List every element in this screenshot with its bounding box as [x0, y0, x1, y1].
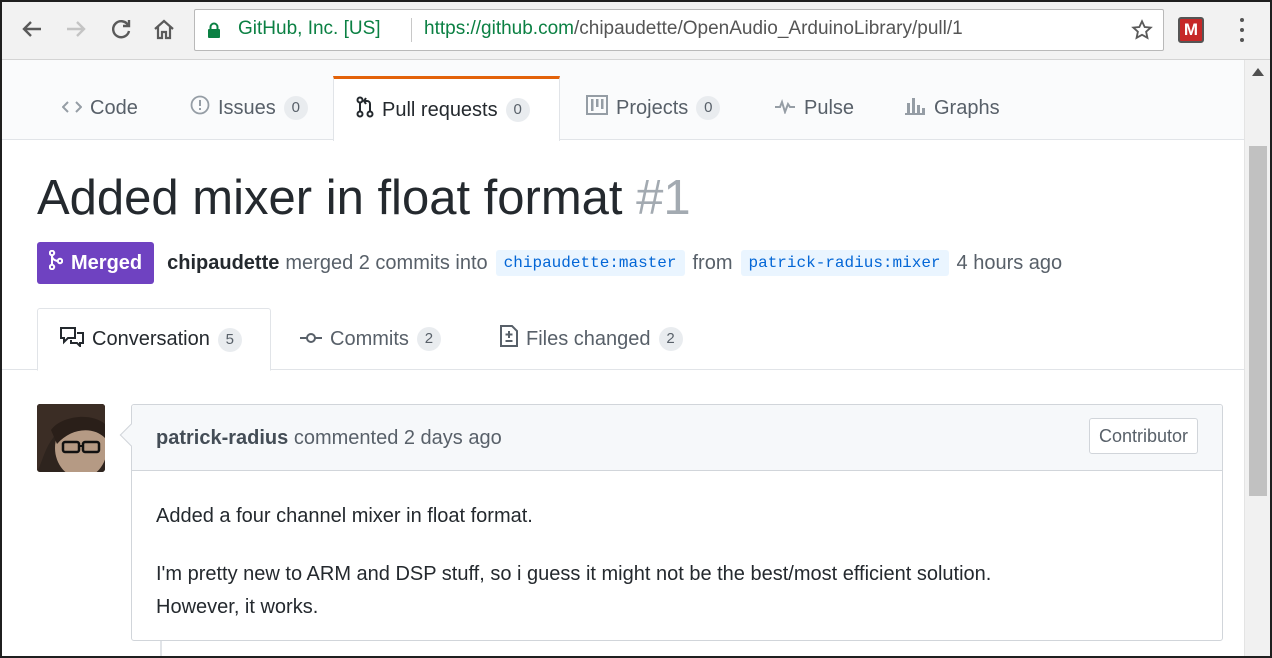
tab-label: Code — [90, 96, 138, 119]
merge-icon — [48, 249, 64, 276]
tab-label: Projects — [616, 96, 689, 119]
avatar[interactable] — [37, 404, 105, 472]
from-text: from — [692, 251, 733, 274]
comment-paragraph: Added a four channel mixer in float form… — [156, 505, 533, 527]
tab-issues[interactable]: Issues 0 — [190, 76, 308, 140]
comment-header: patrick-radius commented 2 days ago Cont… — [132, 405, 1222, 471]
conversation-icon — [60, 326, 84, 353]
tab-pull-requests[interactable]: Pull requests 0 — [333, 76, 560, 141]
comment-box: patrick-radius commented 2 days ago Cont… — [119, 404, 1223, 641]
status-badge: Merged — [37, 242, 155, 284]
pull-requests-count: 0 — [505, 98, 530, 122]
diff-icon — [500, 325, 518, 353]
browser-window: GitHub, Inc. [US] https://github.com/chi… — [0, 0, 1272, 658]
comment-paragraph: I'm pretty new to ARM and DSP stuff, so … — [156, 558, 1196, 624]
tab-label: Pull requests — [382, 98, 498, 121]
url-text[interactable]: https://github.com/chipaudette/OpenAudio… — [424, 18, 963, 40]
browser-toolbar: GitHub, Inc. [US] https://github.com/chi… — [2, 2, 1270, 60]
star-icon[interactable] — [1131, 19, 1153, 46]
url-prefix: https://github.com — [424, 18, 574, 39]
tab-label: Commits — [330, 327, 409, 350]
tab-commits[interactable]: Commits 2 — [300, 308, 441, 370]
tab-projects[interactable]: Projects 0 — [586, 76, 721, 140]
comment-action[interactable]: commented 2 days ago — [294, 427, 502, 449]
graph-icon — [904, 95, 926, 121]
tab-label: Graphs — [934, 96, 1000, 119]
pr-tabs: Conversation 5 Commits 2 Files changed 2 — [2, 308, 1244, 371]
scrollbar-thumb[interactable] — [1249, 146, 1267, 496]
lock-icon — [207, 22, 221, 44]
comment-line: I'm pretty new to ARM and DSP stuff, so … — [156, 563, 992, 585]
omnibox-divider — [411, 18, 412, 42]
back-icon[interactable] — [18, 15, 46, 43]
issues-count: 0 — [283, 96, 308, 120]
pr-action-text: merged 2 commits into — [285, 251, 488, 274]
project-icon — [586, 95, 608, 121]
pull-request-icon — [356, 96, 374, 124]
tab-pulse[interactable]: Pulse — [774, 76, 854, 140]
url-path: /chipaudette/OpenAudio_ArduinoLibrary/pu… — [573, 18, 963, 39]
conversation-count: 5 — [217, 327, 242, 352]
tab-label: Conversation — [92, 328, 210, 350]
scroll-up-icon[interactable] — [1252, 68, 1264, 76]
timeline-line — [160, 641, 162, 656]
repo-nav: Code Issues 0 Pull requests 0 Projects 0… — [2, 60, 1244, 141]
code-icon — [61, 97, 83, 120]
pr-number: #1 — [636, 171, 691, 225]
tab-graphs[interactable]: Graphs — [904, 76, 1000, 140]
tab-files-changed[interactable]: Files changed 2 — [500, 308, 683, 370]
pr-title: Added mixer in float format #1 — [37, 170, 691, 226]
commit-icon — [300, 328, 322, 351]
address-bar[interactable]: GitHub, Inc. [US] https://github.com/chi… — [194, 9, 1164, 51]
tab-label: Files changed — [526, 327, 651, 350]
scrollbar[interactable] — [1244, 60, 1270, 656]
tab-conversation[interactable]: Conversation 5 — [37, 308, 271, 371]
tab-code[interactable]: Code — [61, 76, 138, 140]
status-label: Merged — [71, 251, 143, 274]
pulse-icon — [774, 97, 796, 120]
base-branch[interactable]: chipaudette:master — [495, 250, 685, 276]
pr-meta: Merged chipaudette merged 2 commits into… — [37, 242, 1062, 284]
comment-header-text: patrick-radius commented 2 days ago — [156, 427, 502, 450]
comment-body: Added a four channel mixer in float form… — [156, 500, 1196, 649]
tab-label: Pulse — [804, 96, 855, 119]
menu-icon[interactable] — [1234, 18, 1250, 42]
secure-label: GitHub, Inc. [US] — [238, 18, 381, 39]
issue-icon — [190, 95, 210, 121]
comment-author-link[interactable]: patrick-radius — [156, 427, 288, 449]
reload-icon[interactable] — [107, 15, 135, 43]
pr-timestamp[interactable]: 4 hours ago — [957, 252, 1063, 275]
tab-label: Issues — [218, 96, 276, 119]
forward-icon[interactable] — [62, 15, 90, 43]
pr-title-text: Added mixer in float format — [37, 171, 623, 225]
pr-author-link[interactable]: chipaudette — [167, 252, 279, 275]
commits-count: 2 — [416, 327, 441, 351]
home-icon[interactable] — [150, 15, 178, 43]
comment-line: However, it works. — [156, 596, 319, 618]
extension-icon[interactable]: M — [1178, 17, 1204, 43]
head-branch[interactable]: patrick-radius:mixer — [740, 250, 949, 276]
files-changed-count: 2 — [658, 327, 683, 351]
contributor-badge: Contributor — [1088, 418, 1198, 454]
projects-count: 0 — [696, 96, 721, 120]
